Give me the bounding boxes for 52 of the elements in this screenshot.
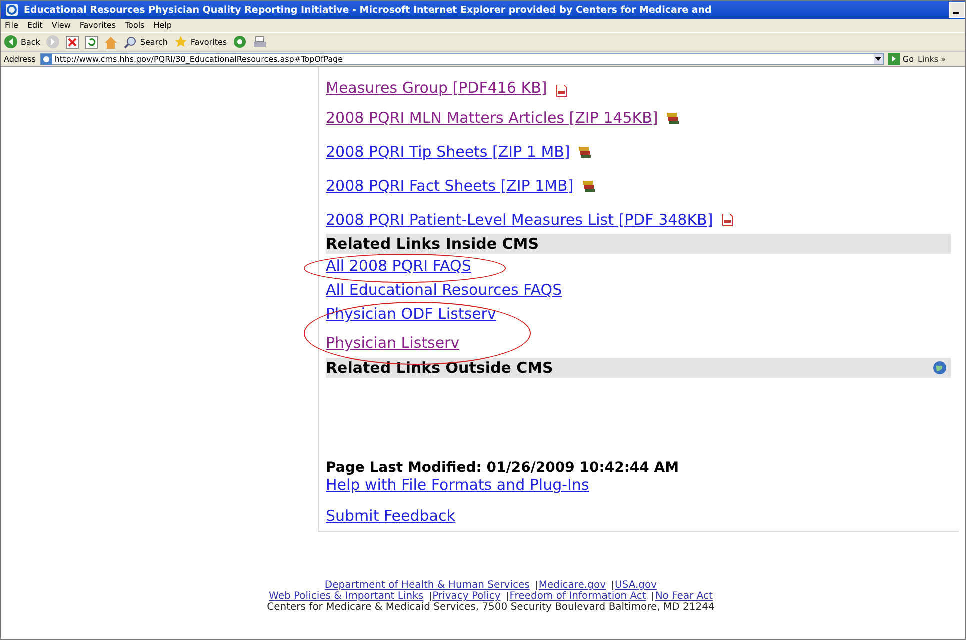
section-title: Related Links Outside CMS (326, 358, 554, 378)
refresh-icon[interactable] (85, 36, 98, 48)
footer-address: Centers for Medicare & Medicaid Services, 7500 Security Boulevard Baltimore, MD 21244 (267, 602, 715, 613)
page-icon (40, 54, 52, 64)
footer-link[interactable]: Freedom of Information Act (510, 591, 646, 602)
address-field[interactable]: http://www.cms.hhs.gov/PQRI/30_EducationalResources.asp#TopOfPage (40, 53, 884, 65)
footer-link[interactable]: USA.gov (614, 580, 658, 591)
footer-link[interactable]: Web Policies & Important Links (269, 591, 424, 602)
pdf-icon (556, 85, 568, 97)
menu-item[interactable]: Edit (27, 21, 43, 30)
links-button[interactable]: Links » (918, 54, 946, 64)
download-link[interactable]: 2008 PQRI MLN Matters Articles [ZIP 145KB] (326, 109, 658, 127)
search-button[interactable]: Search (124, 36, 168, 48)
back-button[interactable]: Back (4, 35, 40, 49)
minimize-button[interactable] (949, 2, 965, 18)
go-button[interactable]: Go (888, 53, 914, 65)
media-icon[interactable] (233, 35, 248, 49)
globe-icon (933, 361, 947, 375)
window-title: Educational Resources Physician Quality Reporting Initiative - Microsoft Internet Explorer provided by Centers for Medicare and (24, 4, 713, 16)
download-link[interactable]: 2008 PQRI Patient-Level Measures List [PDF 348KB] (326, 211, 714, 229)
related-link[interactable]: All 2008 PQRI FAQS (326, 257, 472, 275)
star-icon (174, 35, 188, 49)
footer-link[interactable]: Medicare.gov (538, 580, 606, 591)
archive-icon (667, 112, 680, 124)
footer-link[interactable]: Privacy Policy (432, 591, 501, 602)
archive-icon (582, 180, 595, 192)
related-link[interactable]: Physician ODF Listserv (326, 305, 496, 323)
stop-icon[interactable] (66, 36, 80, 48)
menu-item[interactable]: File (5, 21, 18, 30)
download-link[interactable]: 2008 PQRI Tip Sheets [ZIP 1 MB] (326, 143, 570, 161)
address-label: Address (4, 54, 36, 64)
menu-item[interactable]: Favorites (80, 21, 116, 30)
feedback-link[interactable]: Submit Feedback (326, 507, 456, 525)
menu-item[interactable]: View (52, 21, 71, 30)
help-link[interactable]: Help with File Formats and Plug-Ins (326, 476, 590, 494)
dropdown-icon[interactable] (874, 57, 882, 61)
download-link[interactable]: 2008 PQRI Fact Sheets [ZIP 1MB] (326, 177, 574, 195)
archive-icon (579, 146, 592, 158)
favorites-button[interactable]: Favorites (174, 35, 228, 49)
print-icon[interactable] (253, 36, 268, 48)
related-link[interactable]: All Educational Resources FAQS (326, 281, 562, 299)
download-link[interactable]: Measures Group [PDF416 KB] (326, 79, 548, 97)
search-icon (124, 36, 138, 48)
browser-icon (5, 3, 19, 17)
footer-link[interactable]: No Fear Act (655, 591, 713, 602)
section-heading: Related Links Inside CMS (326, 234, 951, 254)
related-link[interactable]: Physician Listserv (326, 334, 460, 352)
menu-item[interactable]: Tools (125, 21, 145, 30)
menu-item[interactable]: Help (154, 21, 172, 30)
last-modified-text: Page Last Modified: 01/26/2009 10:42:44 AM (326, 460, 680, 476)
pdf-icon (722, 214, 734, 226)
footer-link[interactable]: Department of Health & Human Services (324, 580, 530, 591)
